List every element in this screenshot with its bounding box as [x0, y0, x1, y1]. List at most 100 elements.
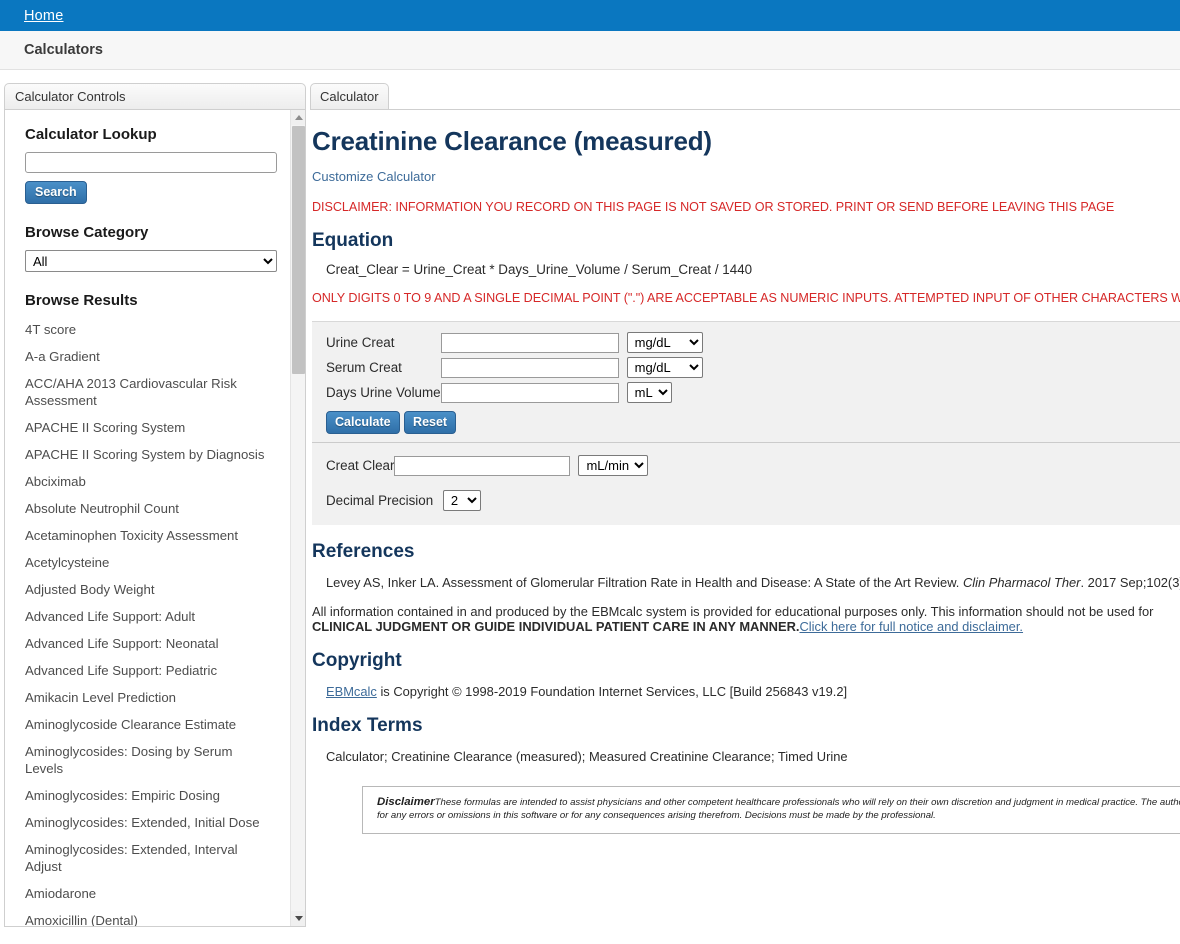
calculator-inputs-area: Urine Creatmg/dLSerum Creatmg/dLDays Uri…	[312, 322, 1180, 442]
unit-select[interactable]: mL	[627, 382, 672, 403]
legal-bold-text: CLINICAL JUDGMENT OR GUIDE INDIVIDUAL PA…	[312, 619, 799, 634]
list-item[interactable]: Abciximab	[25, 473, 273, 490]
list-item[interactable]: Aminoglycosides: Extended, Initial Dose	[25, 814, 273, 831]
copyright-text: EBMcalc is Copyright © 1998-2019 Foundat…	[326, 684, 1180, 699]
bottom-disclaimer-box: DisclaimerThese formulas are intended to…	[362, 786, 1180, 834]
browse-results-heading: Browse Results	[25, 292, 277, 309]
input-label: Urine Creat	[326, 330, 441, 355]
breadcrumb: Calculators	[24, 42, 103, 58]
browse-results-list: 4T score A-a Gradient ACC/AHA 2013 Cardiov…	[25, 321, 277, 927]
calculator-input-table: Urine Creatmg/dLSerum Creatmg/dLDays Uri…	[326, 330, 703, 405]
tab-strip: Calculator Controls Calculator	[0, 83, 1180, 109]
result-input[interactable]	[394, 456, 570, 476]
copyright-body: is Copyright © 1998-2019 Foundation Inte…	[377, 684, 847, 699]
equation-heading: Equation	[312, 230, 1180, 252]
tab-calculator-label: Calculator	[320, 89, 379, 104]
numeric-input-warning: ONLY DIGITS 0 TO 9 AND A SINGLE DECIMAL …	[312, 291, 1180, 305]
scrollbar-thumb[interactable]	[292, 126, 305, 374]
input-unit-cell: mg/dL	[619, 355, 703, 380]
input-value-cell	[441, 330, 619, 355]
list-item[interactable]: Advanced Life Support: Pediatric	[25, 662, 273, 679]
list-item[interactable]: APACHE II Scoring System by Diagnosis	[25, 446, 273, 463]
calculator-panel: Creatinine Clearance (measured) Customiz…	[310, 109, 1180, 927]
list-item[interactable]: Acetaminophen Toxicity Assessment	[25, 527, 273, 544]
input-row: Days Urine Volume mL	[326, 380, 703, 405]
index-terms-heading: Index Terms	[312, 715, 1180, 737]
browse-category-heading: Browse Category	[25, 224, 277, 241]
input-label: Days Urine Volume	[326, 380, 441, 405]
result-value-cell	[394, 453, 570, 478]
full-disclaimer-link[interactable]: Click here for full notice and disclaime…	[799, 619, 1023, 634]
list-item[interactable]: Aminoglycosides: Dosing by Serum Levels	[25, 743, 273, 777]
bottom-disclaimer-text: DisclaimerThese formulas are intended to…	[377, 796, 1180, 822]
list-item[interactable]: Adjusted Body Weight	[25, 581, 273, 598]
top-navigation-bar: Home	[0, 0, 1180, 31]
list-item[interactable]: Amiodarone	[25, 885, 273, 902]
result-label: Creat Clear	[326, 453, 394, 478]
input-field[interactable]	[441, 383, 619, 403]
calculator-result-area: Creat Clear mL/min	[312, 442, 1180, 484]
calculator-button-row: Calculate Reset	[326, 411, 1180, 434]
input-unit-cell: mL	[619, 380, 703, 405]
input-value-cell	[441, 380, 619, 405]
customize-calculator-link[interactable]: Customize Calculator	[312, 169, 436, 184]
calculator-controls-panel: Calculator Lookup Search Browse Category…	[4, 109, 306, 927]
input-field[interactable]	[441, 358, 619, 378]
calculator-controls-content: Calculator Lookup Search Browse Category…	[5, 110, 291, 926]
list-item[interactable]: Amikacin Level Prediction	[25, 689, 273, 706]
list-item[interactable]: Advanced Life Support: Adult	[25, 608, 273, 625]
equation-text: Creat_Clear = Urine_Creat * Days_Urine_V…	[326, 262, 1180, 277]
calculate-button[interactable]: Calculate	[326, 411, 400, 434]
main-area: Calculator Lookup Search Browse Category…	[0, 109, 1180, 927]
list-item[interactable]: 4T score	[25, 321, 273, 338]
unit-select[interactable]: mg/dL	[627, 357, 703, 378]
input-label: Serum Creat	[326, 355, 441, 380]
reference-citation: Levey AS, Inker LA. Assessment of Glomer…	[326, 575, 1180, 590]
legal-line-1: All information contained in and produce…	[312, 604, 1153, 619]
home-link[interactable]: Home	[24, 8, 63, 24]
input-unit-cell: mg/dL	[619, 330, 703, 355]
ebmcalc-link[interactable]: EBMcalc	[326, 684, 377, 699]
list-item[interactable]: Acetylcysteine	[25, 554, 273, 571]
unit-select[interactable]: mg/dL	[627, 332, 703, 353]
decimal-precision-label: Decimal Precision	[326, 493, 433, 508]
list-item[interactable]: Aminoglycosides: Empiric Dosing	[25, 787, 273, 804]
references-heading: References	[312, 541, 1180, 563]
result-unit-select[interactable]: mL/min	[578, 455, 648, 476]
bottom-disclaimer-title: Disclaimer	[377, 796, 435, 808]
citation-journal: Clin Pharmacol Ther	[963, 575, 1081, 590]
search-input[interactable]	[25, 152, 277, 173]
calculator-result-table: Creat Clear mL/min	[326, 453, 648, 478]
decimal-precision-select[interactable]: 2	[443, 490, 481, 511]
sidebar-scrollbar[interactable]	[290, 110, 305, 926]
list-item[interactable]: APACHE II Scoring System	[25, 419, 273, 436]
list-item[interactable]: A-a Gradient	[25, 348, 273, 365]
list-item[interactable]: Aminoglycosides: Extended, Interval Adju…	[25, 841, 273, 875]
legal-notice: All information contained in and produce…	[312, 604, 1180, 634]
citation-part-1: Levey AS, Inker LA. Assessment of Glomer…	[326, 575, 963, 590]
scroll-up-arrow-icon[interactable]	[291, 110, 306, 125]
calculator-lookup-heading: Calculator Lookup	[25, 126, 277, 143]
index-terms-text: Calculator; Creatinine Clearance (measur…	[326, 749, 1180, 764]
tab-calculator-controls[interactable]: Calculator Controls	[4, 83, 306, 109]
reset-button[interactable]: Reset	[404, 411, 456, 434]
list-item[interactable]: Absolute Neutrophil Count	[25, 500, 273, 517]
browse-category-select[interactable]: All	[25, 250, 277, 272]
tab-calculator-controls-label: Calculator Controls	[15, 89, 126, 104]
search-button[interactable]: Search	[25, 181, 87, 204]
list-item[interactable]: Amoxicillin (Dental)	[25, 912, 273, 927]
list-item[interactable]: ACC/AHA 2013 Cardiovascular Risk Assessm…	[25, 375, 273, 409]
input-row: Urine Creat mg/dL	[326, 330, 703, 355]
input-value-cell	[441, 355, 619, 380]
scroll-down-arrow-icon[interactable]	[291, 911, 306, 926]
list-item[interactable]: Advanced Life Support: Neonatal	[25, 635, 273, 652]
input-field[interactable]	[441, 333, 619, 353]
list-item[interactable]: Aminoglycoside Clearance Estimate	[25, 716, 273, 733]
calculator-form: Urine Creatmg/dLSerum Creatmg/dLDays Uri…	[312, 321, 1180, 525]
bottom-disclaimer-body: These formulas are intended to assist ph…	[377, 797, 1180, 821]
tab-calculator[interactable]: Calculator	[310, 83, 389, 109]
result-unit-cell: mL/min	[570, 453, 648, 478]
citation-part-2: . 2017 Sep;102(3):405-419	[1080, 575, 1180, 590]
result-row: Creat Clear mL/min	[326, 453, 648, 478]
top-disclaimer-text: DISCLAIMER: INFORMATION YOU RECORD ON TH…	[312, 200, 1180, 214]
